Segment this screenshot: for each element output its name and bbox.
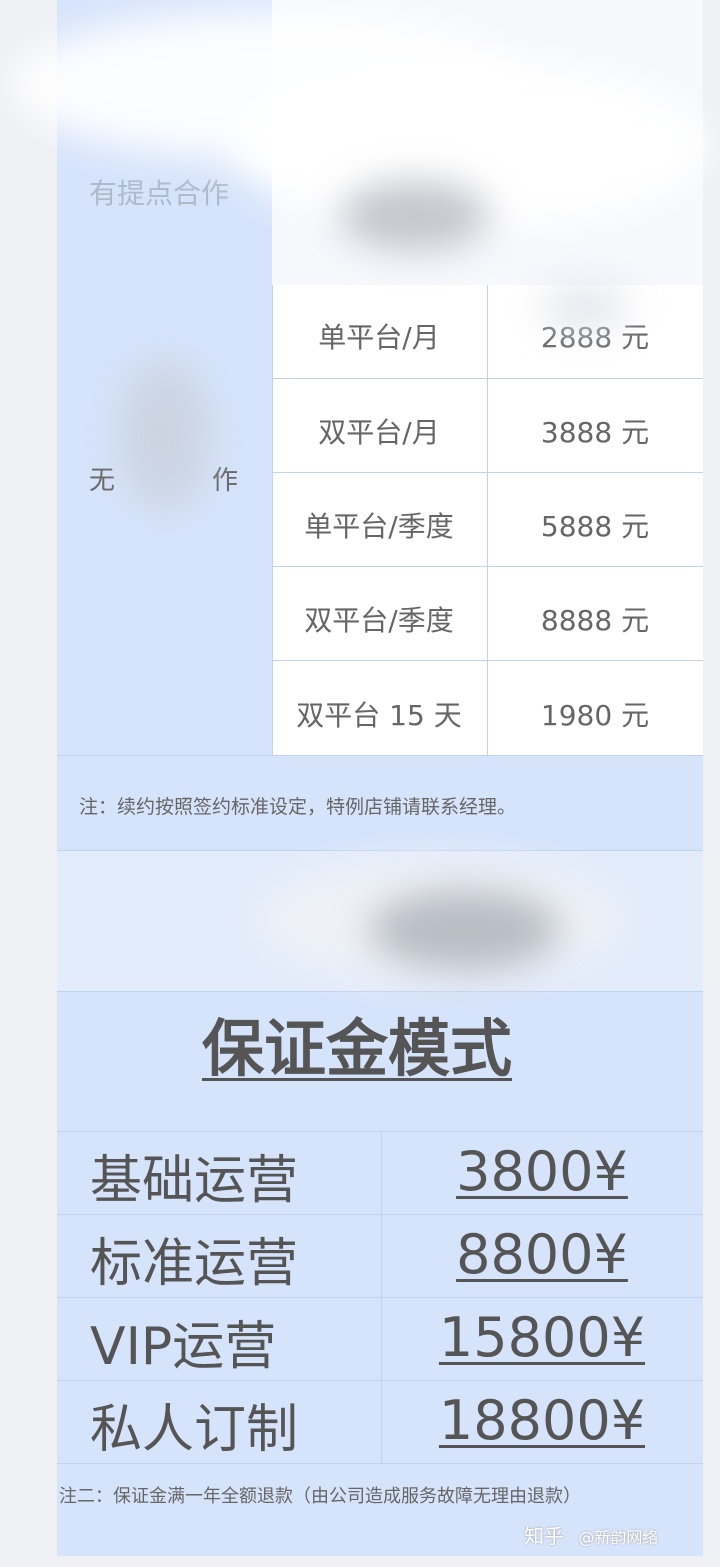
watermark: 知乎 @新韵网络: [524, 1520, 658, 1549]
plan-label: 单平台/月: [318, 321, 440, 354]
grid-line: [57, 1214, 703, 1215]
grid-line: [57, 1297, 703, 1298]
deposit-title: 保证金模式: [201, 1012, 512, 1085]
grid-line: [272, 566, 703, 567]
plan-label: 双平台 15 天: [296, 699, 462, 732]
smudge-overlay: [540, 285, 630, 330]
grid-line: [57, 1380, 703, 1381]
smudge-overlay: [120, 360, 210, 510]
deposit-price: 8800¥: [456, 1223, 628, 1286]
grid-line: [57, 1131, 703, 1132]
note-deposit-refund: 注二：保证金满一年全额退款（由公司造成服务故障无理由退款）: [59, 1486, 581, 1507]
group-label-tail: 作: [212, 466, 239, 496]
plan-price: 1980 元: [540, 699, 650, 732]
grid-line: [272, 472, 703, 473]
smudge-overlay: [340, 180, 490, 250]
deposit-label: 标准运营: [90, 1234, 299, 1294]
grid-line: [272, 660, 703, 661]
smudge-overlay: [370, 890, 560, 970]
plan-label: 双平台/季度: [304, 604, 454, 637]
watermark-handle: @新韵网络: [578, 1528, 659, 1547]
deposit-price: 15800¥: [438, 1306, 646, 1369]
plan-price: 8888 元: [540, 604, 650, 637]
header-text-partial: 有提点合作: [89, 177, 230, 210]
deposit-label: 基础运营: [90, 1151, 299, 1211]
plan-price: 5888 元: [540, 510, 650, 543]
deposit-price: 3800¥: [456, 1140, 628, 1203]
plan-label: 单平台/季度: [304, 510, 454, 543]
deposit-label: VIP运营: [90, 1317, 277, 1377]
note-renewal: 注：续约按照签约标准设定，特例店铺请联系经理。: [79, 796, 517, 818]
plan-label: 双平台/月: [318, 416, 440, 449]
grid-line: [57, 755, 703, 756]
grid-line: [272, 378, 703, 379]
group-label: 无: [89, 466, 116, 496]
watermark-site: 知乎: [524, 1524, 564, 1548]
grid-line: [57, 1463, 703, 1464]
grid-line: [57, 991, 703, 992]
deposit-label: 私人订制: [90, 1400, 299, 1460]
plan-price: 3888 元: [540, 416, 650, 449]
deposit-price: 18800¥: [438, 1389, 646, 1452]
